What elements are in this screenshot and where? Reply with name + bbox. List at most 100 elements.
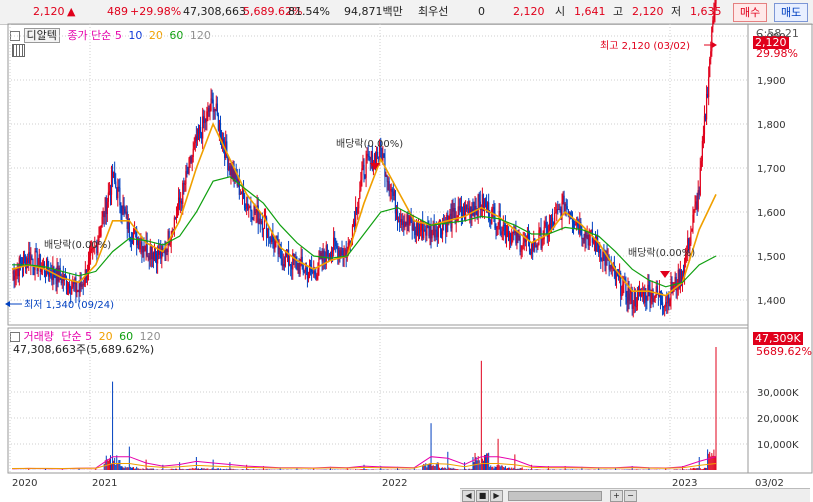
candle-body — [383, 154, 385, 158]
candle-body — [281, 258, 283, 267]
candle-body — [210, 98, 212, 111]
candle-body — [194, 136, 196, 143]
candle-body — [703, 115, 706, 135]
candle-body — [699, 167, 701, 195]
candle-body — [312, 271, 314, 273]
candle-body — [534, 238, 536, 248]
candle-body — [121, 213, 123, 215]
candle-body — [245, 207, 247, 209]
candle-body — [668, 294, 670, 306]
candle-body — [425, 231, 427, 236]
candle-body — [115, 181, 117, 188]
candle-body — [713, 13, 715, 21]
candle-body — [691, 228, 693, 232]
candle-body — [83, 283, 85, 286]
candle-body — [573, 224, 576, 226]
candle-body — [704, 115, 707, 120]
candle-body — [169, 242, 171, 246]
candle-body — [273, 240, 275, 249]
candle-body — [348, 241, 350, 243]
candle-body — [701, 140, 703, 162]
candle-body — [270, 237, 272, 243]
candle-body — [539, 228, 541, 231]
candle-body — [452, 208, 454, 212]
candle-body — [102, 211, 104, 217]
candle-body — [213, 109, 215, 112]
candle-body — [335, 241, 337, 247]
candle-body — [14, 275, 16, 280]
candle-body — [88, 255, 91, 261]
candle-body — [697, 190, 699, 210]
candle-body — [537, 244, 539, 248]
candle-body — [39, 254, 41, 272]
candle-body — [511, 233, 513, 245]
candle-body — [634, 292, 636, 307]
candle-body — [214, 109, 216, 111]
candle-body — [204, 118, 206, 124]
candle-body — [201, 133, 203, 139]
dividend-2022-icon — [660, 271, 670, 278]
candle-body — [641, 294, 643, 297]
time-tick-label: 2020 — [12, 478, 37, 489]
candle-body — [282, 264, 284, 267]
candle-body — [575, 224, 577, 226]
candle-body — [298, 263, 300, 274]
scroll-thumb[interactable] — [508, 491, 602, 501]
candle-body — [572, 222, 575, 225]
candle-body — [116, 187, 118, 199]
candle-body — [587, 234, 589, 246]
candle-body — [124, 208, 126, 213]
candle-body — [253, 205, 255, 220]
candle-body — [405, 221, 407, 225]
candle-body — [198, 126, 201, 134]
candle-body — [391, 188, 393, 193]
candle-body — [247, 203, 249, 210]
candle-body — [356, 207, 358, 214]
candle-body — [101, 216, 103, 228]
candle-body — [154, 252, 157, 255]
candle-body — [667, 294, 669, 304]
candle-body — [377, 151, 379, 157]
zoom-out-icon[interactable]: − — [624, 490, 637, 502]
candle-body — [522, 242, 524, 247]
candle-body — [164, 249, 166, 255]
candle-body — [633, 292, 635, 306]
zoom-in-icon[interactable]: + — [610, 490, 623, 502]
stock-chart[interactable]: 최고 2,120 (03/02) 최저 1,340 (09/24) 배당락(0.00… — [0, 0, 813, 501]
candle-body — [604, 253, 606, 266]
scroll-right-icon[interactable]: ▶ — [490, 490, 503, 502]
candle-body — [664, 306, 666, 308]
candle-body — [516, 231, 518, 244]
candle-body — [636, 289, 639, 307]
candle-body — [645, 288, 647, 301]
candle-body — [309, 264, 312, 267]
candle-body — [709, 58, 711, 78]
candle-body — [661, 302, 664, 307]
candle-body — [512, 231, 514, 234]
candle-body — [75, 277, 77, 293]
price-tick-label: 1,700 — [757, 164, 786, 175]
time-tick-label: 2021 — [92, 478, 117, 489]
candle-body — [528, 236, 531, 253]
candle-body — [89, 250, 92, 256]
candle-body — [467, 208, 469, 210]
current-price-percent: 29.98% — [756, 47, 798, 60]
candle-body — [459, 206, 461, 211]
candle-body — [289, 264, 291, 266]
candle-body — [437, 226, 439, 238]
candle-body — [628, 288, 630, 301]
candle-body — [80, 281, 82, 287]
candle-body — [533, 238, 535, 251]
candle-body — [152, 252, 155, 260]
candle-body — [299, 261, 301, 274]
candle-body — [328, 254, 331, 257]
volume-grid — [8, 391, 748, 445]
candle-body — [229, 166, 231, 175]
candle-body — [64, 273, 67, 278]
candle-body — [648, 284, 650, 288]
scroll-stop-icon[interactable]: ■ — [476, 490, 489, 502]
candle-body — [42, 263, 45, 266]
scroll-left-icon[interactable]: ◀ — [462, 490, 475, 502]
chart-scrollbar[interactable]: ◀ ■ ▶ + − — [460, 488, 810, 502]
candle-body — [462, 206, 465, 216]
